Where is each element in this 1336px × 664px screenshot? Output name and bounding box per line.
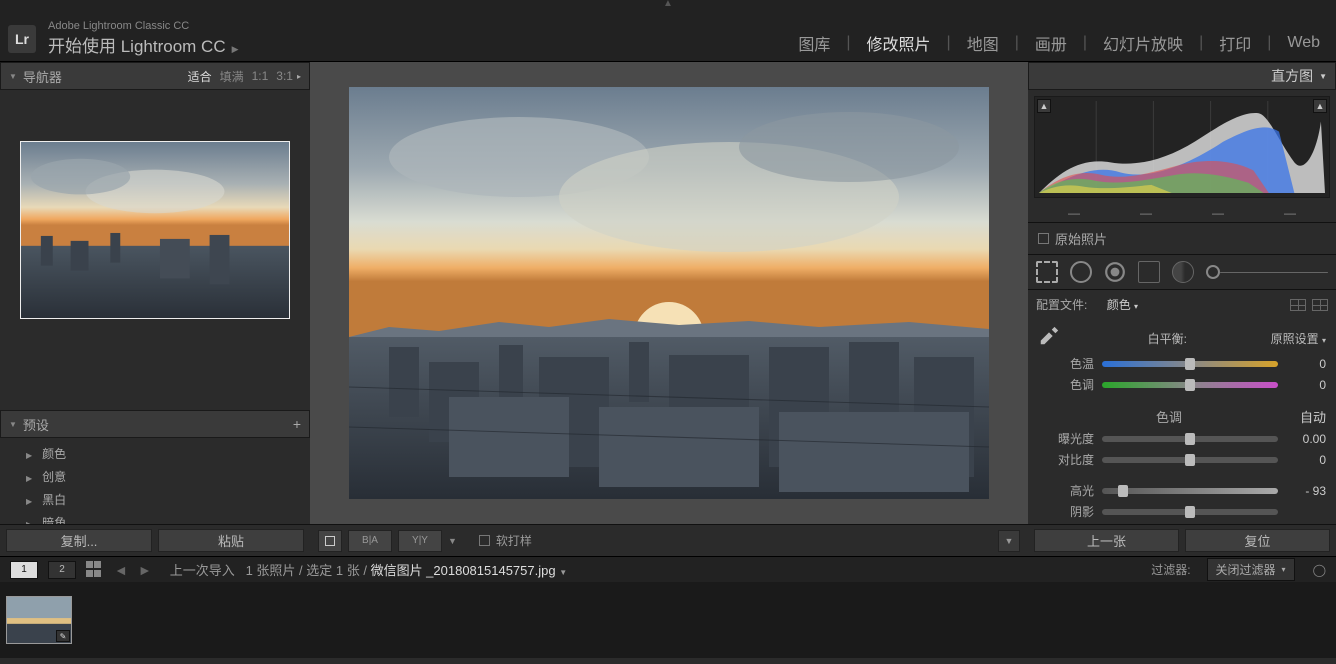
monitor-1-button[interactable]: 1 bbox=[10, 561, 38, 579]
reset-button[interactable]: 复位 bbox=[1185, 529, 1330, 552]
nav-print[interactable]: 打印 bbox=[1211, 31, 1259, 55]
wb-value[interactable]: 原照设置 ▾ bbox=[1271, 330, 1326, 347]
navigator-thumbnail[interactable] bbox=[20, 141, 290, 319]
zoom-fit[interactable]: 适合 bbox=[188, 68, 212, 85]
softproof-label: 软打样 bbox=[496, 532, 532, 549]
nav-next-icon[interactable]: ► bbox=[138, 562, 152, 578]
presets-title: 预设 bbox=[23, 415, 49, 434]
spot-removal-tool[interactable] bbox=[1070, 261, 1092, 283]
monitor-2-button[interactable]: 2 bbox=[48, 561, 76, 579]
develop-badge-icon: ✎ bbox=[56, 630, 70, 642]
zoom-3-1[interactable]: 3:1 bbox=[276, 69, 293, 83]
redeye-tool[interactable] bbox=[1104, 261, 1126, 283]
profile-label: 配置文件: bbox=[1036, 298, 1087, 312]
toolbar-dropdown[interactable]: ▼ bbox=[998, 530, 1020, 552]
filter-label: 过滤器: bbox=[1151, 561, 1190, 578]
histogram[interactable]: ▲ ▲ bbox=[1034, 96, 1330, 198]
histogram-panel-header[interactable]: 直方图▼ bbox=[1028, 62, 1336, 90]
slider-temp[interactable]: 色温 0 bbox=[1028, 353, 1336, 374]
nav-library[interactable]: 图库 bbox=[790, 31, 838, 55]
presets-panel-header[interactable]: ▼ 预设 + bbox=[0, 410, 310, 438]
app-logo: Lr bbox=[8, 25, 36, 53]
graduated-filter-tool[interactable] bbox=[1138, 261, 1160, 283]
chevron-down-icon: ▼ bbox=[9, 420, 17, 429]
nav-web[interactable]: Web bbox=[1279, 34, 1328, 52]
slider-exposure[interactable]: 曝光度 0.00 bbox=[1028, 428, 1336, 449]
white-balance-eyedropper[interactable] bbox=[1038, 325, 1064, 351]
raw-checkbox[interactable] bbox=[1038, 233, 1049, 244]
zoom-1-1[interactable]: 1:1 bbox=[252, 69, 269, 83]
raw-label: 原始照片 bbox=[1055, 229, 1107, 248]
previous-button[interactable]: 上一张 bbox=[1034, 529, 1179, 552]
slider-shadows[interactable]: 阴影 bbox=[1028, 501, 1336, 522]
before-after-split-button[interactable]: Y|Y bbox=[398, 530, 442, 552]
profile-grid-icon[interactable] bbox=[1312, 299, 1328, 311]
preset-group[interactable]: ▶创意 bbox=[0, 465, 310, 488]
profile-grid-icon[interactable] bbox=[1290, 299, 1306, 311]
app-subtitle: Adobe Lightroom Classic CC bbox=[48, 20, 239, 32]
main-image[interactable] bbox=[349, 87, 989, 499]
nav-slideshow[interactable]: 幻灯片放映 bbox=[1095, 31, 1191, 55]
slider-tint[interactable]: 色调 0 bbox=[1028, 374, 1336, 395]
tone-section-title: 色调 bbox=[1156, 407, 1182, 426]
navigator-title: 导航器 bbox=[23, 67, 62, 86]
chevron-down-icon: ▼ bbox=[9, 72, 17, 81]
nav-map[interactable]: 地图 bbox=[959, 31, 1007, 55]
slider-contrast[interactable]: 对比度 0 bbox=[1028, 449, 1336, 470]
profile-value[interactable]: 颜色 ▾ bbox=[1107, 298, 1138, 312]
app-title[interactable]: 开始使用 Lightroom CC▶ bbox=[48, 32, 239, 57]
radial-filter-tool[interactable] bbox=[1172, 261, 1194, 283]
loupe-view-button[interactable] bbox=[318, 530, 342, 552]
slider-highlights[interactable]: 高光 - 93 bbox=[1028, 480, 1336, 501]
zoom-fill[interactable]: 填满 bbox=[220, 68, 244, 85]
softproof-checkbox[interactable] bbox=[479, 535, 490, 546]
preset-group[interactable]: ▶颜色 bbox=[0, 442, 310, 465]
filmstrip-thumbnail[interactable]: ✎ bbox=[6, 596, 72, 644]
preset-group[interactable]: ▶黑白 bbox=[0, 488, 310, 511]
nav-develop[interactable]: 修改照片 bbox=[859, 31, 939, 55]
filter-dropdown[interactable]: 关闭过滤器▾ bbox=[1207, 558, 1295, 581]
grid-view-icon[interactable] bbox=[86, 561, 104, 579]
copy-button[interactable]: 复制... bbox=[6, 529, 152, 552]
add-preset-button[interactable]: + bbox=[293, 416, 301, 432]
paste-button[interactable]: 粘贴 bbox=[158, 529, 304, 552]
nav-prev-icon[interactable]: ◄ bbox=[114, 562, 128, 578]
module-nav: 图库| 修改照片| 地图| 画册| 幻灯片放映| 打印| Web bbox=[790, 31, 1328, 57]
chevron-up-icon: ▲ bbox=[663, 0, 673, 9]
navigator-panel-header[interactable]: ▼ 导航器 适合 填满 1:1 3:1 ▸ bbox=[0, 62, 310, 90]
preset-group[interactable]: ▶暗角 bbox=[0, 511, 310, 524]
chevron-down-icon: ▼ bbox=[1319, 72, 1327, 81]
crop-tool[interactable] bbox=[1036, 261, 1058, 283]
wb-label: 白平衡: bbox=[1148, 330, 1187, 347]
before-after-lr-button[interactable]: B|A bbox=[348, 530, 392, 552]
highlight-clipping-icon[interactable]: ▲ bbox=[1313, 99, 1327, 113]
breadcrumb[interactable]: 上一次导入 1 张照片 / 选定 1 张 / 微信图片 _20180815145… bbox=[170, 560, 567, 579]
adjustment-brush-tool[interactable] bbox=[1206, 265, 1220, 279]
filter-lock-icon[interactable]: ◯ bbox=[1313, 563, 1326, 577]
auto-tone-button[interactable]: 自动 bbox=[1300, 407, 1326, 426]
chevron-right-icon: ▶ bbox=[232, 44, 239, 54]
chevron-down-icon[interactable]: ▼ bbox=[448, 536, 457, 546]
chevron-icon: ▸ bbox=[297, 72, 301, 81]
nav-book[interactable]: 画册 bbox=[1027, 31, 1075, 55]
shadow-clipping-icon[interactable]: ▲ bbox=[1037, 99, 1051, 113]
